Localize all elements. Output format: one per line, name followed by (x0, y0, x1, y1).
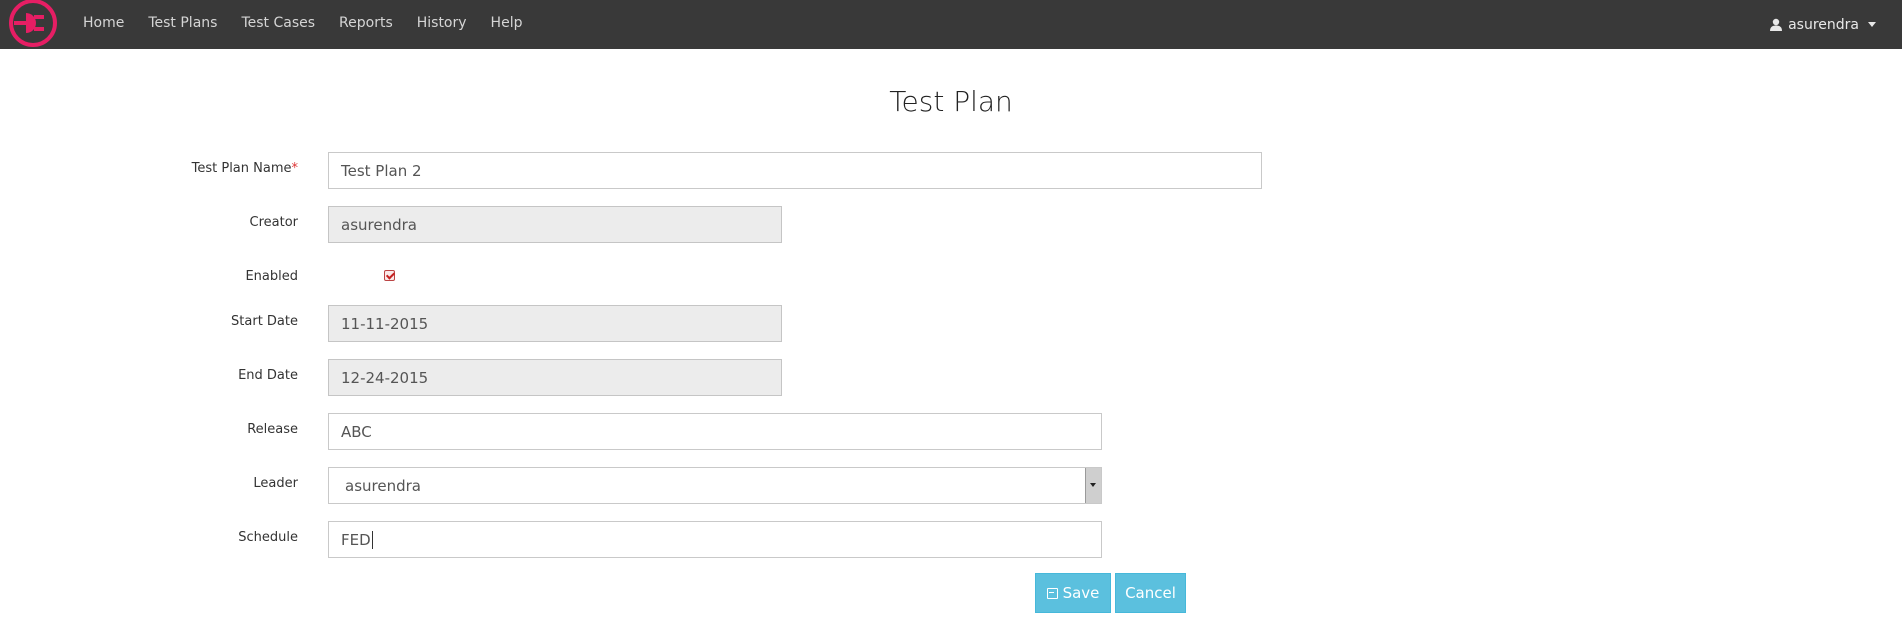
end-date-label: End Date (238, 368, 298, 383)
nav-test-plans[interactable]: Test Plans (136, 0, 229, 49)
leader-select[interactable]: asurendra (328, 467, 1102, 504)
user-name: asurendra (1788, 16, 1859, 33)
required-marker: * (291, 161, 299, 176)
text-cursor (371, 531, 373, 549)
test-plan-name-label: Test Plan Name* (191, 161, 299, 176)
main-nav: Home Test Plans Test Cases Reports Histo… (71, 0, 534, 49)
select-arrow-icon[interactable] (1085, 468, 1101, 503)
enabled-checkbox[interactable] (384, 270, 395, 281)
enabled-label: Enabled (245, 269, 298, 284)
start-date-label: Start Date (231, 314, 298, 329)
nav-test-cases[interactable]: Test Cases (229, 0, 327, 49)
nav-home[interactable]: Home (71, 0, 136, 49)
release-input[interactable]: ABC (328, 413, 1102, 450)
nav-reports[interactable]: Reports (327, 0, 405, 49)
chevron-down-icon (1868, 22, 1876, 27)
floppy-disk-icon (1046, 588, 1058, 599)
nav-help[interactable]: Help (479, 0, 535, 49)
leader-selected-value: asurendra (345, 477, 421, 495)
top-navbar: Home Test Plans Test Cases Reports Histo… (0, 0, 1902, 49)
user-menu[interactable]: asurendra (1770, 0, 1876, 49)
release-label: Release (247, 422, 298, 437)
leader-label: Leader (253, 476, 298, 491)
schedule-input[interactable]: FED (328, 521, 1102, 558)
user-icon (1770, 18, 1783, 31)
app-logo-icon[interactable] (6, 0, 62, 50)
start-date-field[interactable]: 11-11-2015 (328, 305, 782, 342)
nav-history[interactable]: History (405, 0, 479, 49)
page-title: Test Plan (889, 85, 1013, 118)
save-button[interactable]: Save (1035, 573, 1111, 613)
creator-field: asurendra (328, 206, 782, 243)
creator-label: Creator (249, 215, 299, 230)
schedule-label: Schedule (238, 530, 298, 545)
schedule-value: FED (341, 531, 371, 549)
test-plan-name-input[interactable]: Test Plan 2 (328, 152, 1262, 189)
cancel-button[interactable]: Cancel (1115, 573, 1186, 613)
save-button-label: Save (1062, 584, 1100, 602)
end-date-field[interactable]: 12-24-2015 (328, 359, 782, 396)
